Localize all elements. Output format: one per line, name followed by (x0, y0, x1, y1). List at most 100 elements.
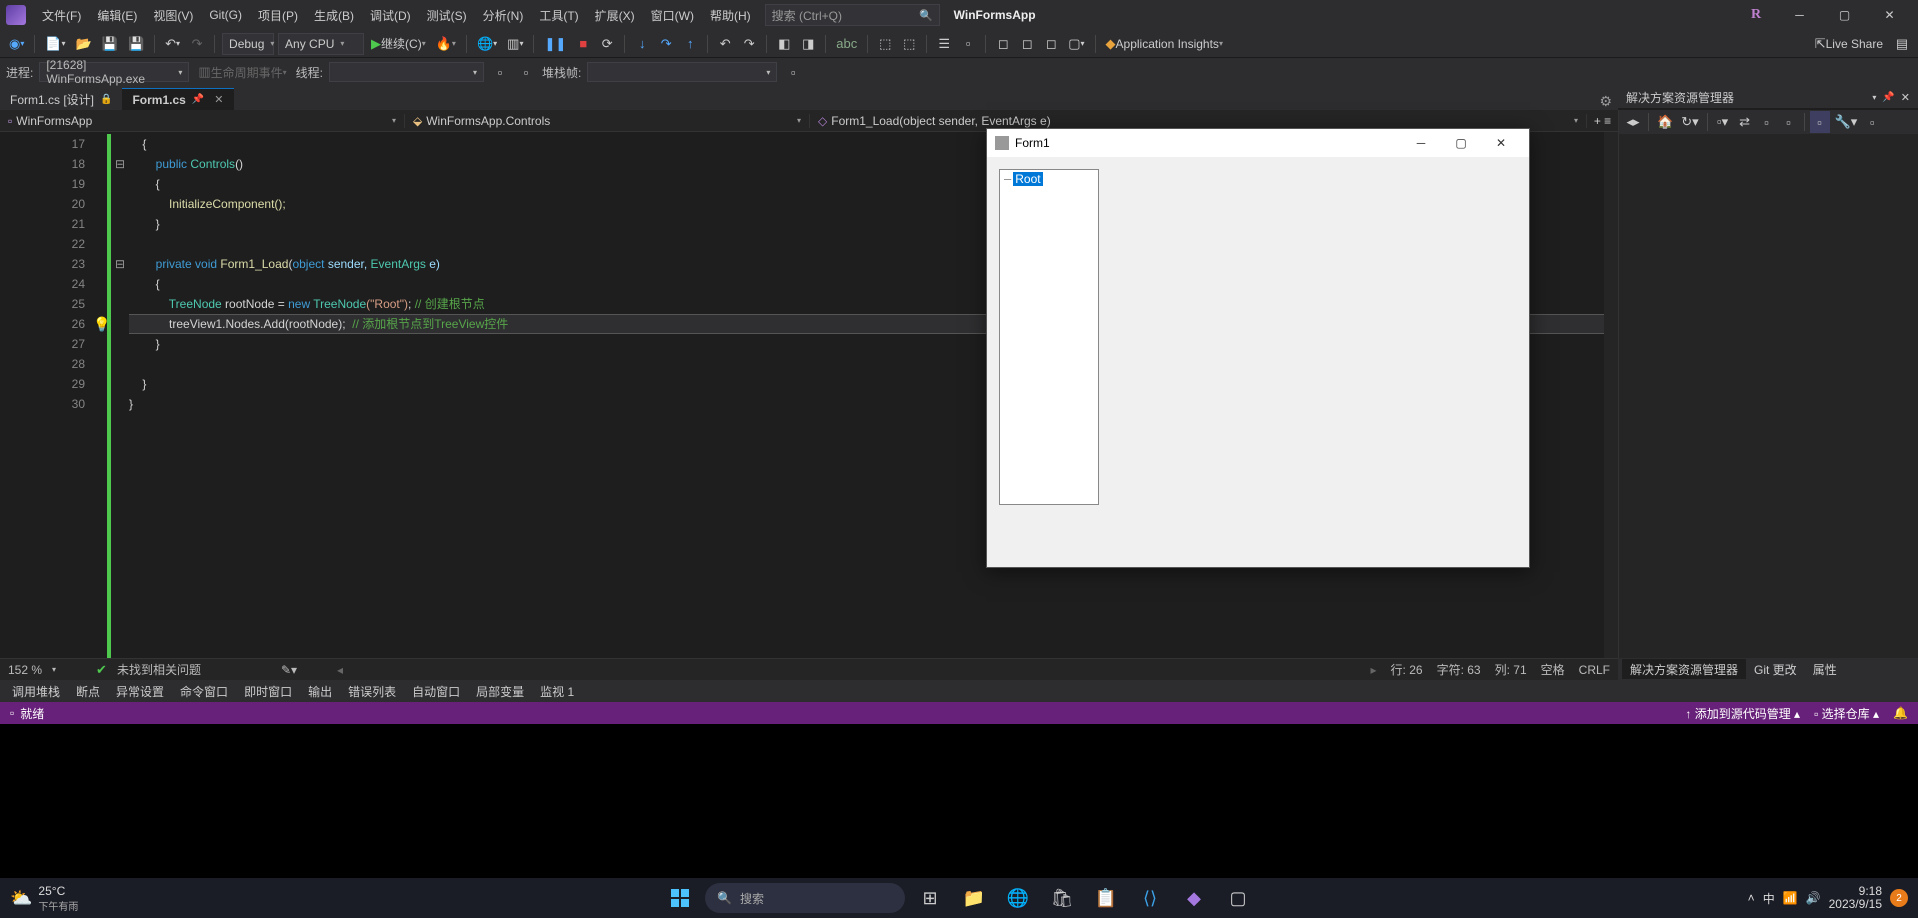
tab-code[interactable]: Form1.cs 📌 ✕ (122, 88, 233, 110)
nav-back-button[interactable]: ◉▾ (6, 33, 27, 55)
sol-back-button[interactable]: ◂▸ (1623, 111, 1643, 133)
breadcrumb-method[interactable]: ◇Form1_Load(object sender, EventArgs e)▾ (810, 114, 1586, 128)
start-button[interactable] (661, 879, 699, 917)
tab-callstack[interactable]: 调用堆栈 (4, 681, 68, 701)
editor-settings-icon[interactable]: ⚙ (1593, 93, 1618, 110)
liveshare-button[interactable]: ⇱ Live Share (1812, 33, 1886, 55)
form-close-button[interactable]: ✕ (1481, 129, 1521, 157)
edge-icon[interactable]: 🌐 (999, 879, 1037, 917)
taskbar-clock[interactable]: 9:18 2023/9/15 (1829, 885, 1882, 911)
save-all-button[interactable]: 💾 (125, 33, 147, 55)
ime-indicator[interactable]: 中 (1763, 890, 1775, 907)
tool-2-button[interactable]: ◨ (798, 33, 818, 55)
sol-tool-2[interactable]: ⇄ (1735, 111, 1755, 133)
menu-view[interactable]: 视图(V) (145, 4, 201, 26)
thread-combo[interactable]: ▾ (329, 62, 484, 82)
explorer-icon[interactable]: 📁 (955, 879, 993, 917)
notifications-button[interactable]: 🔔 (1893, 706, 1908, 720)
tab-watch[interactable]: 监视 1 (532, 681, 582, 701)
sol-home-button[interactable]: 🏠 (1654, 111, 1676, 133)
panel-pin-icon[interactable]: 📌 (1882, 92, 1894, 103)
scroll-left-icon[interactable]: ◂ (337, 663, 343, 677)
minimize-button[interactable]: ─ (1777, 0, 1822, 30)
menu-git[interactable]: Git(G) (201, 4, 250, 26)
browser-button[interactable]: 🌐▾ (474, 33, 500, 55)
source-control-button[interactable]: ↑ 添加到源代码管理 ▴ (1685, 705, 1800, 722)
scroll-right-icon[interactable]: ▸ (1371, 663, 1377, 677)
search-input[interactable]: 搜索 (Ctrl+Q) 🔍 (765, 4, 940, 26)
tab-immediate[interactable]: 即时窗口 (236, 681, 300, 701)
vs-icon[interactable]: ◆ (1175, 879, 1213, 917)
layout-button[interactable]: ▥▾ (504, 33, 526, 55)
lightbulb-icon[interactable]: 💡 (93, 314, 107, 334)
taskview-button[interactable]: ⊞ (911, 879, 949, 917)
panel-tab-solution[interactable]: 解决方案资源管理器 (1622, 659, 1746, 679)
menu-file[interactable]: 文件(F) (34, 4, 89, 26)
zoom-dropdown-icon[interactable]: ▾ (52, 665, 56, 674)
tab-autos[interactable]: 自动窗口 (404, 681, 468, 701)
menu-project[interactable]: 项目(P) (250, 4, 306, 26)
issues-text[interactable]: 未找到相关问题 (117, 661, 201, 678)
tool-6-button[interactable]: ☰ (934, 33, 954, 55)
solution-tree[interactable] (1619, 134, 1918, 658)
map-scrollbar[interactable] (1604, 132, 1618, 658)
taskbar-weather[interactable]: ⛅ 25°C 下午有雨 (10, 884, 78, 913)
stack-combo[interactable]: ▾ (587, 62, 777, 82)
fold-column[interactable]: ⊟⊟ (111, 132, 129, 658)
form-minimize-button[interactable]: ─ (1401, 129, 1441, 157)
save-button[interactable]: 💾 (99, 33, 121, 55)
repo-button[interactable]: ▫ 选择仓库 ▴ (1814, 705, 1879, 722)
insights-button[interactable]: ◆ Application Insights ▾ (1103, 33, 1226, 55)
store-icon[interactable]: 🛍 (1043, 879, 1081, 917)
config-combo[interactable]: Debug▾ (222, 33, 274, 55)
tool-9-button[interactable]: ◻ (1017, 33, 1037, 55)
lifecycle-button[interactable]: ▥ 生命周期事件 ▾ (195, 61, 289, 83)
sol-tool-5[interactable]: ▫ (1810, 111, 1830, 133)
menu-window[interactable]: 窗口(W) (643, 4, 702, 26)
breadcrumb-project[interactable]: ▫WinFormsApp▾ (0, 114, 405, 128)
sol-tool-3[interactable]: ▫ (1757, 111, 1777, 133)
open-file-button[interactable]: 📂 (73, 33, 95, 55)
volume-icon[interactable]: 🔊 (1806, 891, 1821, 905)
step-back-button[interactable]: ↶ (715, 33, 735, 55)
panel-tab-props[interactable]: 属性 (1805, 659, 1845, 679)
breadcrumb-extra[interactable]: + ≡ (1586, 114, 1618, 128)
form-titlebar[interactable]: Form1 ─ ▢ ✕ (987, 129, 1529, 157)
thread-tool-2[interactable]: ▫ (516, 61, 536, 83)
new-item-button[interactable]: 📄▾ (42, 33, 68, 55)
tab-breakpoints[interactable]: 断点 (68, 681, 108, 701)
tab-design[interactable]: Form1.cs [设计] 🔒 (0, 88, 122, 110)
form-maximize-button[interactable]: ▢ (1441, 129, 1481, 157)
tool-5-button[interactable]: ⬚ (899, 33, 919, 55)
tool-11-button[interactable]: ▢▾ (1065, 33, 1087, 55)
sol-tool-4[interactable]: ▫ (1779, 111, 1799, 133)
running-form-window[interactable]: Form1 ─ ▢ ✕ — Root (986, 128, 1530, 568)
tool-10-button[interactable]: ◻ (1041, 33, 1061, 55)
process-combo[interactable]: [21628] WinFormsApp.exe▾ (39, 62, 189, 82)
tool-4-button[interactable]: ⬚ (875, 33, 895, 55)
panel-dropdown-icon[interactable]: ▾ (1872, 93, 1876, 102)
menu-edit[interactable]: 编辑(E) (89, 4, 145, 26)
tab-output[interactable]: 输出 (300, 681, 340, 701)
menu-test[interactable]: 测试(S) (419, 4, 475, 26)
sol-sync-button[interactable]: ↻▾ (1678, 111, 1701, 133)
menu-help[interactable]: 帮助(H) (702, 4, 759, 26)
menu-analyze[interactable]: 分析(N) (475, 4, 532, 26)
pause-button[interactable]: ❚❚ (541, 33, 569, 55)
feedback-button[interactable]: ▤ (1892, 33, 1912, 55)
menu-extensions[interactable]: 扩展(X) (587, 4, 643, 26)
sol-tool-6[interactable]: 🔧▾ (1832, 111, 1861, 133)
thread-tool-1[interactable]: ▫ (490, 61, 510, 83)
tab-cmdwin[interactable]: 命令窗口 (172, 681, 236, 701)
step-over-button[interactable]: ↷ (656, 33, 676, 55)
line-ending[interactable]: CRLF (1579, 663, 1610, 677)
menu-build[interactable]: 生成(B) (306, 4, 362, 26)
hot-reload-button[interactable]: 🔥▾ (433, 33, 459, 55)
stack-tool[interactable]: ▫ (783, 61, 803, 83)
wifi-icon[interactable]: 📶 (1783, 891, 1798, 905)
panel-close-button[interactable]: ✕ (1901, 91, 1910, 104)
breadcrumb-class[interactable]: ⬙WinFormsApp.Controls▾ (405, 114, 810, 128)
app-icon-2[interactable]: ▢ (1219, 879, 1257, 917)
tool-3-button[interactable]: abc (833, 33, 860, 55)
step-into-button[interactable]: ↓ (632, 33, 652, 55)
